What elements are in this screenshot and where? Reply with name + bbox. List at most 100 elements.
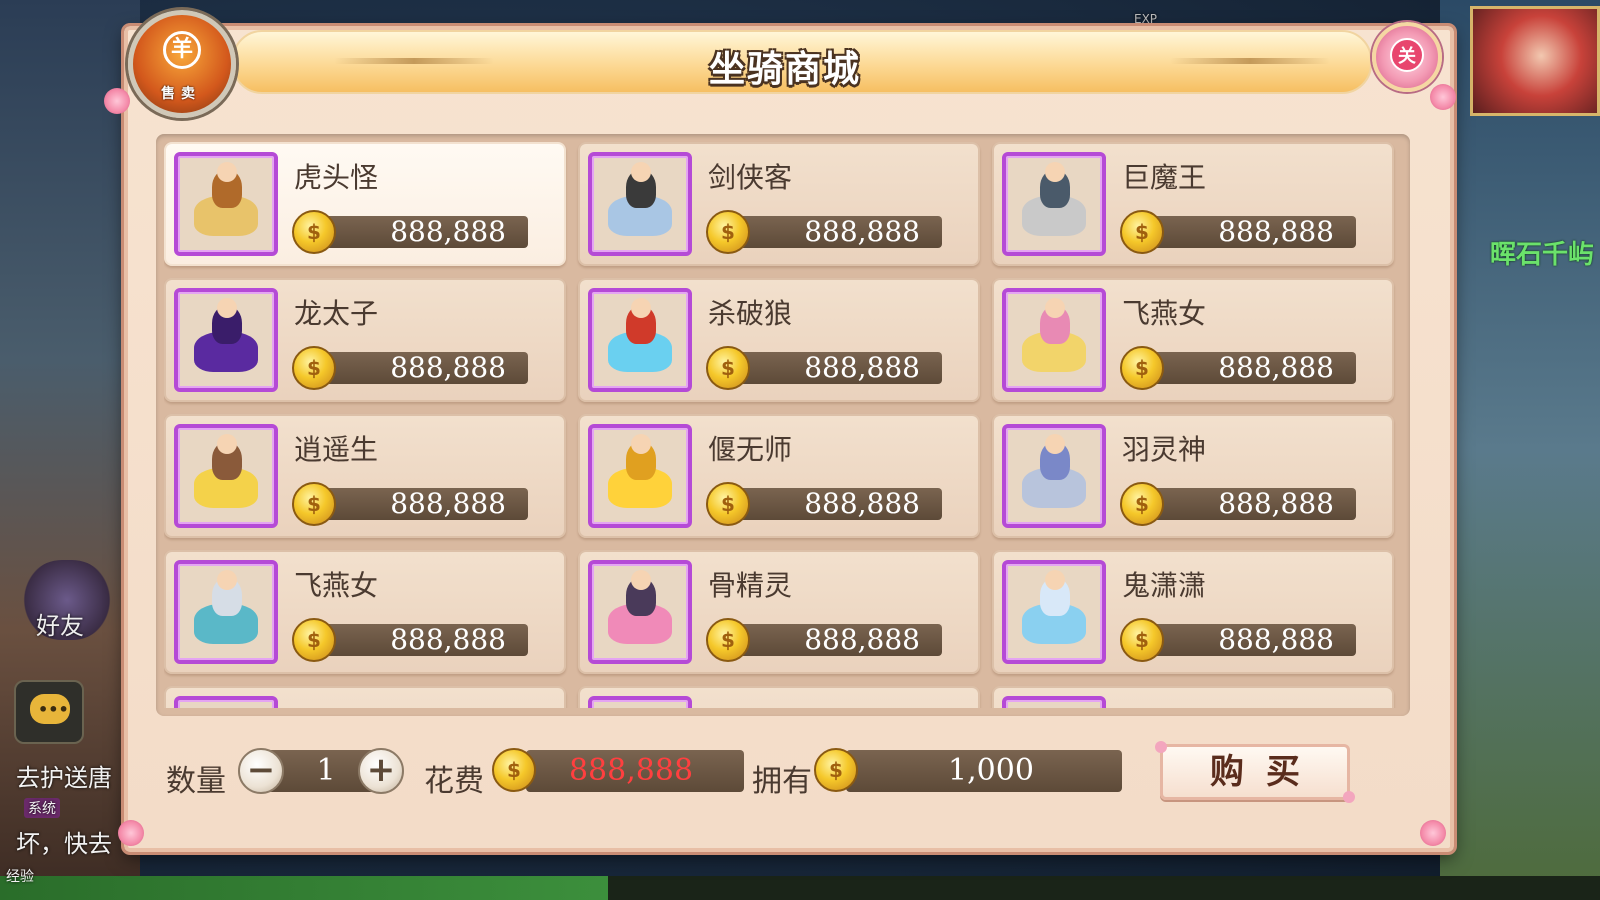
mount-item-card[interactable]: 杀破狼 $888,888 [578,278,980,402]
exp-bar [0,876,1600,900]
mount-name: 鬼潇潇 [1122,569,1207,602]
mount-thumbnail [1002,288,1106,392]
quest-text-2: 坏，快去 [16,830,112,858]
rider-head-icon [1045,434,1065,454]
mount-name: 虎头怪 [294,161,379,194]
gold-coin-icon: $ [292,482,336,526]
owned-label: 拥有 [752,764,812,799]
mount-thumbnail [174,560,278,664]
mount-name: 飞燕女 [1122,297,1207,330]
mount-item-card[interactable]: 鬼潇潇 $888,888 [992,550,1394,674]
owned-value: 1,000 [948,753,1034,788]
mount-name: 逍遥生 [294,433,379,466]
system-tag: 系统 [24,798,60,818]
sell-button[interactable]: 羊 售卖 [128,10,236,118]
mount-item-card[interactable]: 羽灵神 $888,888 [992,414,1394,538]
cost-value: 888,888 [568,753,694,788]
scroll-ornament-icon [334,58,494,64]
decrease-quantity-button[interactable]: − [238,748,284,794]
mount-name: 巨魔王 [1122,161,1207,194]
mount-item-card[interactable] [992,686,1394,708]
gold-coin-icon: $ [706,210,750,254]
mount-name: 骨精灵 [708,569,793,602]
mount-grid: 虎头怪 $888,888 剑侠客 $888,888 巨魔王 $888,888 龙太子 $888… [164,142,1402,708]
mount-thumbnail [588,424,692,528]
chat-dots-icon: ••• [38,700,69,719]
rider-head-icon [217,570,237,590]
mount-item-card[interactable]: 虎头怪 $888,888 [164,142,566,266]
mount-item-card[interactable]: 骨精灵 $888,888 [578,550,980,674]
chat-button[interactable]: ••• [14,680,84,744]
gold-coin-icon: $ [706,482,750,526]
mount-price: 888,888 [1218,351,1334,384]
mount-name: 飞燕女 [294,569,379,602]
gold-coin-icon: $ [706,618,750,662]
mount-thumbnail [1002,152,1106,256]
mount-price: 888,888 [804,623,920,656]
player-portrait[interactable] [1470,6,1600,116]
quantity-label: 数量 [166,764,226,799]
rider-head-icon [217,434,237,454]
mount-item-card[interactable] [578,686,980,708]
sell-button-label: 售卖 [161,86,201,102]
mount-item-card[interactable] [164,686,566,708]
rider-head-icon [217,298,237,318]
gold-coin-icon: $ [1120,482,1164,526]
game-background-right [1440,0,1600,900]
increase-quantity-button[interactable]: + [358,748,404,794]
mount-item-card[interactable]: 飞燕女 $888,888 [164,550,566,674]
mount-item-card[interactable]: 飞燕女 $888,888 [992,278,1394,402]
mount-price: 888,888 [1218,487,1334,520]
mount-thumbnail [174,424,278,528]
scroll-ornament-icon [1170,58,1330,64]
flower-ornament-icon [104,88,130,114]
mount-name: 羽灵神 [1122,433,1207,466]
rider-head-icon [631,434,651,454]
mount-thumbnail [1002,424,1106,528]
gold-coin-icon: $ [292,346,336,390]
mount-thumbnail [588,288,692,392]
rider-head-icon [1045,570,1065,590]
flower-ornament-icon [1420,820,1446,846]
petal-icon [1155,741,1167,753]
mount-name: 杀破狼 [708,297,793,330]
gold-coin-icon: $ [292,618,336,662]
rider-head-icon [217,162,237,182]
mount-price: 888,888 [804,487,920,520]
mount-price: 888,888 [804,351,920,384]
gold-coin-icon: $ [706,346,750,390]
buy-button-label: 购买 [1210,752,1322,792]
mount-item-card[interactable]: 龙太子 $888,888 [164,278,566,402]
mount-item-card[interactable]: 偃无师 $888,888 [578,414,980,538]
quest-text-1: 去护送唐 [16,764,112,792]
gold-coin-icon: $ [814,748,858,792]
exp-bar-label: 经验 [6,869,34,885]
mount-name: 偃无师 [708,433,793,466]
mount-item-card[interactable]: 剑侠客 $888,888 [578,142,980,266]
mount-price: 888,888 [390,623,506,656]
mount-item-card[interactable]: 逍遥生 $888,888 [164,414,566,538]
mount-thumbnail [588,696,692,708]
right-side-text: 晖石千屿 [1489,240,1594,270]
flower-ornament-icon [118,820,144,846]
purchase-footer: 数量 1 − + 花费 $ 888,888 拥有 $ 1,000 购买 [156,736,1386,816]
mount-item-card[interactable]: 巨魔王 $888,888 [992,142,1394,266]
mount-thumbnail [588,560,692,664]
rider-head-icon [631,298,651,318]
close-icon: 关 [1390,38,1424,72]
rider-head-icon [1045,162,1065,182]
buy-button[interactable]: 购买 [1155,741,1355,803]
mount-price: 888,888 [1218,623,1334,656]
mount-list[interactable]: 虎头怪 $888,888 剑侠客 $888,888 巨魔王 $888,888 龙太子 $888… [156,134,1410,716]
mount-price: 888,888 [1218,215,1334,248]
mount-price: 888,888 [804,215,920,248]
page-title: 坐骑商城 [708,49,861,90]
rider-head-icon [631,570,651,590]
rider-head-icon [1045,298,1065,318]
gold-coin-icon: $ [1120,346,1164,390]
exp-label: EXP [1134,12,1158,26]
mount-thumbnail [588,152,692,256]
gold-coin-icon: $ [1120,210,1164,254]
rider-head-icon [631,162,651,182]
close-button[interactable]: 关 [1372,22,1442,92]
